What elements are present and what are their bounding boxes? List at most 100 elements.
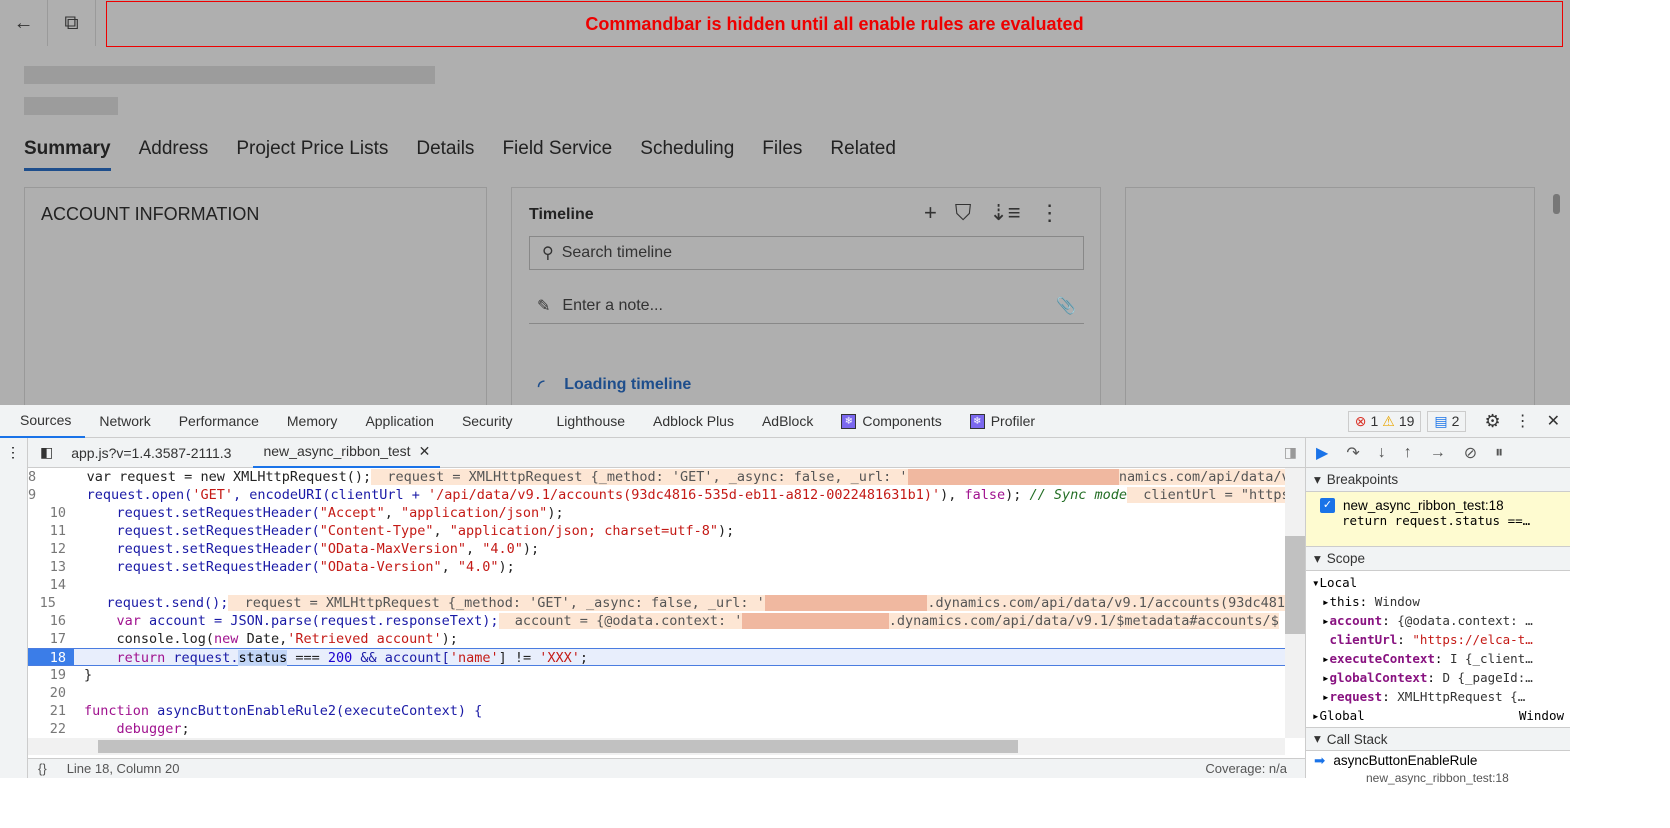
line-number[interactable]: 14 [28, 576, 74, 594]
callstack-header[interactable]: ▾ Call Stack [1306, 727, 1570, 751]
navigator-more-icon[interactable]: ⋮ [0, 438, 27, 461]
code-line[interactable]: 12 request.setRequestHeader("OData-MaxVe… [28, 540, 1285, 558]
scope-global[interactable]: ▸ Global Window [1312, 706, 1564, 725]
code-vertical-scrollbar[interactable] [1285, 468, 1305, 738]
tab-security[interactable]: Security [448, 405, 543, 438]
step-over-icon[interactable]: ↷ [1346, 443, 1359, 463]
breakpoint-item[interactable]: ✓ new_async_ribbon_test:18 return request… [1306, 492, 1570, 547]
step-into-icon[interactable]: ↓ [1378, 444, 1386, 462]
tab-scheduling[interactable]: Scheduling [640, 138, 734, 171]
tab-lighthouse[interactable]: Lighthouse [543, 405, 640, 438]
sort-icon[interactable]: ⇣≡ [989, 200, 1020, 226]
add-icon[interactable]: + [924, 200, 937, 226]
code-text: request.setRequestHeader("OData-Version"… [74, 558, 515, 576]
tab-project-price-lists[interactable]: Project Price Lists [236, 138, 388, 171]
code-line[interactable]: 8 var request = new XMLHttpRequest(); re… [28, 468, 1285, 486]
step-icon[interactable]: → [1430, 444, 1446, 462]
line-number[interactable]: 15 [28, 594, 64, 612]
deactivate-breakpoints-icon[interactable]: ⊘ [1464, 443, 1477, 463]
scope-variable[interactable]: ▸account: {@odata.context: … [1312, 611, 1564, 630]
code-line[interactable]: 18 return request.status === 200 && acco… [28, 648, 1285, 666]
scope-variable[interactable]: ▸this: Window [1312, 592, 1564, 611]
close-tab-icon[interactable]: ✕ [419, 443, 431, 460]
enter-note-input[interactable]: ✎ Enter a note... 📎 [529, 288, 1084, 324]
code-line[interactable]: 22 debugger; [28, 720, 1285, 738]
hscroll-thumb[interactable] [98, 740, 1018, 753]
scope-variable[interactable]: ▸executeContext: I {_client… [1312, 649, 1564, 668]
resume-icon[interactable]: ▶ [1316, 443, 1328, 463]
code-horizontal-scrollbar[interactable] [28, 738, 1285, 755]
tab-memory[interactable]: Memory [273, 405, 352, 438]
pretty-print-icon[interactable]: {} [38, 761, 47, 776]
code-editor[interactable]: 8 var request = new XMLHttpRequest(); re… [28, 468, 1285, 738]
line-number[interactable]: 9 [28, 486, 44, 504]
attachment-icon[interactable]: 📎 [1056, 296, 1076, 316]
breakpoint-checkbox[interactable]: ✓ [1320, 498, 1335, 513]
settings-gear-icon[interactable]: ⚙ [1484, 411, 1500, 432]
toggle-debugger-icon[interactable]: ◨ [1284, 444, 1305, 461]
tab-related[interactable]: Related [830, 138, 896, 171]
code-line[interactable]: 16 var account = JSON.parse(request.resp… [28, 612, 1285, 630]
line-number[interactable]: 12 [28, 540, 74, 558]
line-number[interactable]: 21 [28, 702, 74, 720]
line-number[interactable]: 17 [28, 630, 74, 648]
code-token: , [466, 541, 483, 557]
breakpoints-header[interactable]: ▾ Breakpoints [1306, 468, 1570, 492]
back-button[interactable]: ← [0, 0, 48, 46]
search-timeline-input[interactable]: ⚲ Search timeline [529, 236, 1084, 270]
line-number[interactable]: 8 [28, 468, 44, 486]
line-number[interactable]: 19 [28, 666, 74, 684]
code-line[interactable]: 11 request.setRequestHeader("Content-Typ… [28, 522, 1285, 540]
line-number[interactable]: 18 [28, 649, 74, 666]
pause-on-exceptions-icon[interactable]: ⏸ [1495, 444, 1503, 462]
line-number[interactable]: 11 [28, 522, 74, 540]
code-line[interactable]: 20 [28, 684, 1285, 702]
tab-application[interactable]: Application [351, 405, 448, 438]
tab-profiler[interactable]: ❄ Profiler [956, 405, 1049, 438]
tab-network[interactable]: Network [85, 405, 164, 438]
code-line[interactable]: 9 request.open('GET', encodeURI(clientUr… [28, 486, 1285, 504]
messages-counter[interactable]: ▤ 2 [1427, 410, 1467, 432]
line-number[interactable]: 20 [28, 684, 74, 702]
scroll-thumb[interactable] [1285, 536, 1305, 634]
section-title: Call Stack [1326, 731, 1388, 747]
tab-performance[interactable]: Performance [165, 405, 273, 438]
line-number[interactable]: 16 [28, 612, 74, 630]
code-line[interactable]: 21 function asyncButtonEnableRule2(execut… [28, 702, 1285, 720]
more-icon[interactable]: ⋮ [1039, 200, 1061, 226]
tab-address[interactable]: Address [139, 138, 209, 171]
tab-field-service[interactable]: Field Service [502, 138, 612, 171]
more-options-icon[interactable]: ⋮ [1515, 411, 1531, 431]
line-number[interactable]: 22 [28, 720, 74, 738]
scope-variable[interactable]: ▸globalContext: D {_pageId:… [1312, 668, 1564, 687]
scope-variable[interactable]: clientUrl: "https://elca-t… [1312, 630, 1564, 649]
line-number[interactable]: 13 [28, 558, 74, 576]
code-line[interactable]: 17 console.log(new Date,'Retrieved accou… [28, 630, 1285, 648]
file-tab-new-async-ribbon-test[interactable]: new_async_ribbon_test ✕ [253, 437, 441, 468]
code-line[interactable]: 15 request.send(); request = XMLHttpRequ… [28, 594, 1285, 612]
close-devtools-icon[interactable]: ✕ [1547, 411, 1560, 431]
tab-components[interactable]: ❄ Components [827, 405, 955, 438]
code-line[interactable]: 13 request.setRequestHeader("OData-Versi… [28, 558, 1285, 576]
tab-adblock-plus[interactable]: Adblock Plus [639, 405, 748, 438]
scope-local[interactable]: ▾Local [1312, 573, 1564, 592]
tab-adblock[interactable]: AdBlock [748, 405, 827, 438]
filter-icon[interactable]: ⛉ [955, 200, 972, 226]
scope-variable[interactable]: ▸request: XMLHttpRequest {… [1312, 687, 1564, 706]
step-out-icon[interactable]: ↑ [1404, 444, 1412, 462]
tab-sources[interactable]: Sources [0, 405, 86, 438]
code-line[interactable]: 10 request.setRequestHeader("Accept", "a… [28, 504, 1285, 522]
line-number[interactable]: 10 [28, 504, 74, 522]
page-scrollbar[interactable] [1553, 194, 1560, 214]
code-line[interactable]: 14 [28, 576, 1285, 594]
tab-summary[interactable]: Summary [24, 138, 111, 171]
scope-header[interactable]: ▾ Scope [1306, 547, 1570, 571]
issues-counter[interactable]: ⊗ 1 ⚠ 19 [1347, 410, 1422, 432]
open-new-window-button[interactable]: ⧉ [48, 0, 96, 46]
code-line[interactable]: 19} [28, 666, 1285, 684]
toggle-navigator-icon[interactable]: ◧ [28, 444, 65, 461]
tab-files[interactable]: Files [762, 138, 802, 171]
file-tab-app-js[interactable]: app.js?v=1.4.3587-2111.3 [65, 445, 253, 461]
tab-details[interactable]: Details [416, 138, 474, 171]
callstack-frame[interactable]: ➡ asyncButtonEnableRule [1306, 751, 1570, 771]
